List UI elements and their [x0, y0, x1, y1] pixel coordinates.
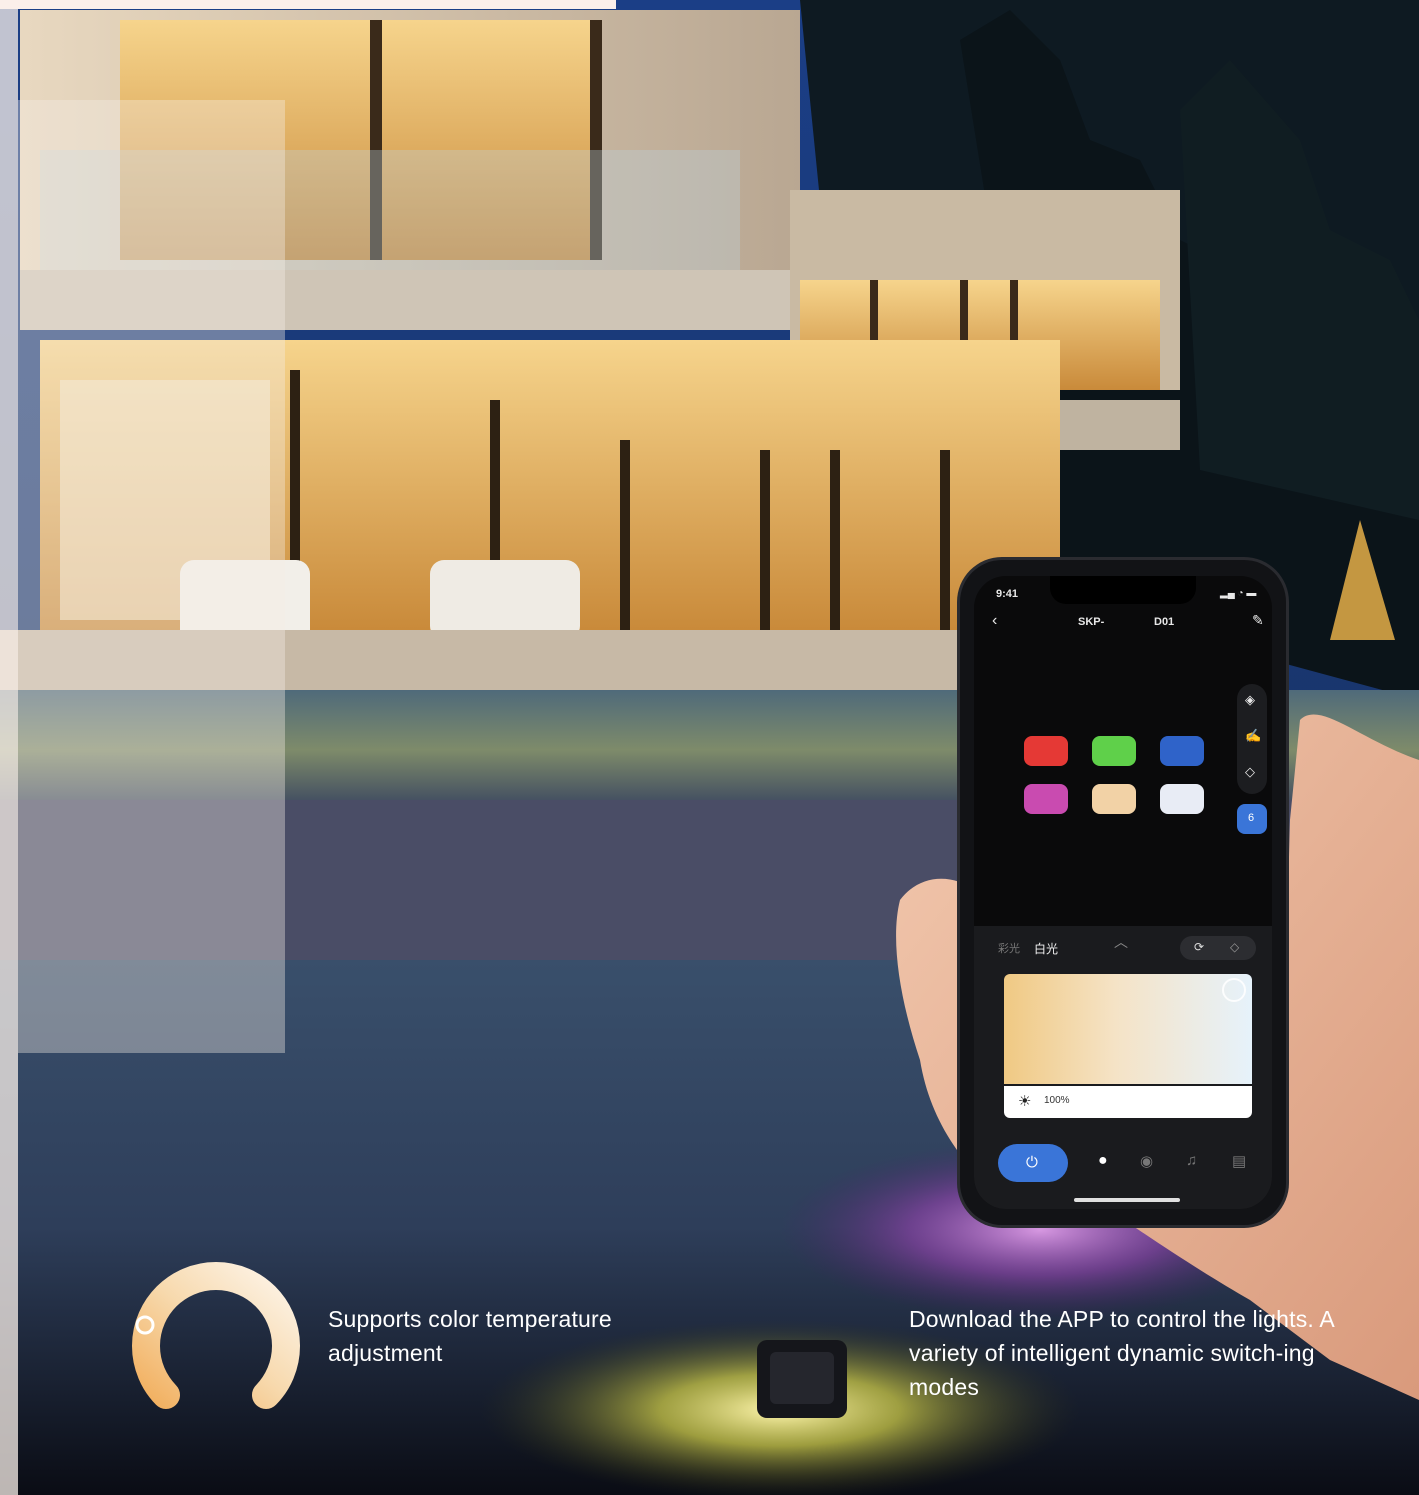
tool-rail: ◈ ✍ ◇ [1237, 684, 1267, 794]
brightness-bar[interactable]: ☀ 100% [1004, 1086, 1252, 1118]
power-icon: ⏻ [1026, 1154, 1038, 1171]
swatch-green[interactable] [1092, 736, 1136, 766]
power-button[interactable]: ⏻ [998, 1144, 1068, 1182]
brightness-value: 100% [1044, 1095, 1070, 1106]
mode-toggle[interactable]: ⟳ ◇ [1180, 936, 1256, 960]
swatch-red[interactable] [1024, 736, 1068, 766]
count-badge[interactable]: 6 [1237, 804, 1267, 834]
swatch-cool-white[interactable] [1160, 784, 1204, 814]
edit-icon[interactable]: ✎ [1252, 612, 1264, 629]
left-edge-strip [0, 0, 18, 1495]
caption-color-temperature: Supports color temperature adjustment [328, 1306, 612, 1366]
picker-handle[interactable] [1222, 978, 1246, 1002]
color-temperature-picker[interactable] [1004, 974, 1252, 1084]
palette-icon[interactable]: ◉ [1140, 1152, 1153, 1170]
refresh-icon[interactable]: ⟳ [1194, 940, 1204, 954]
scene: 9:41 ▂▄ ◔ ▬ ‹ SKP- D01 ✎ ◈ ✍ ◇ 6 彩光 白光 ︿ [0, 0, 1419, 1495]
device-name-left: SKP- [1078, 616, 1105, 628]
tag-icon[interactable]: ◇ [1230, 940, 1239, 954]
home-indicator [1074, 1198, 1180, 1202]
phone-screen: 9:41 ▂▄ ◔ ▬ ‹ SKP- D01 ✎ ◈ ✍ ◇ 6 彩光 白光 ︿ [974, 576, 1272, 1209]
notch [1050, 576, 1196, 604]
brush-icon[interactable]: ✍ [1245, 728, 1261, 744]
swatch-magenta[interactable] [1024, 784, 1068, 814]
schedule-icon[interactable]: ▤ [1232, 1152, 1246, 1170]
frosted-overlay-panel [18, 100, 285, 1053]
sun-icon: ☀ [1018, 1093, 1032, 1110]
device-name-right: D01 [1154, 616, 1175, 628]
swatch-blue[interactable] [1160, 736, 1204, 766]
swatch-grid [1020, 732, 1220, 828]
bulb-icon[interactable]: ● [1098, 1152, 1108, 1170]
color-temperature-ring-icon [132, 1262, 300, 1409]
tab-white[interactable]: 白光 [1034, 940, 1058, 957]
caption-app-control: Download the APP to control the lights. … [909, 1306, 1334, 1400]
paint-bucket-icon[interactable]: ◈ [1245, 692, 1255, 708]
status-indicators: ▂▄ ◔ ▬ [1220, 588, 1257, 599]
control-panel: 彩光 白光 ︿ ⟳ ◇ ☀ 100% ⏻ ● ◉ ♫ ▤ [974, 926, 1272, 1209]
chevron-down-icon[interactable]: ︿ [1114, 932, 1128, 952]
top-edge-strip [0, 0, 616, 9]
smartphone: 9:41 ▂▄ ◔ ▬ ‹ SKP- D01 ✎ ◈ ✍ ◇ 6 彩光 白光 ︿ [960, 560, 1286, 1225]
eraser-icon[interactable]: ◇ [1245, 764, 1255, 780]
status-time: 9:41 [996, 588, 1019, 600]
back-icon[interactable]: ‹ [992, 612, 997, 630]
swatch-warm[interactable] [1092, 784, 1136, 814]
music-icon[interactable]: ♫ [1186, 1152, 1197, 1169]
tab-color[interactable]: 彩光 [998, 940, 1020, 956]
